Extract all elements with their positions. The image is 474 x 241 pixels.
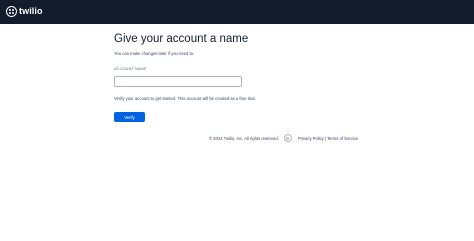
page-subtitle: You can make changes later if you need t… bbox=[114, 51, 195, 56]
accessibility-badge-icon[interactable] bbox=[283, 134, 292, 142]
privacy-policy-link[interactable]: Privacy Policy bbox=[298, 136, 324, 141]
logo-text: twilio bbox=[19, 6, 43, 16]
account-name-label: ACCOUNT NAME bbox=[114, 67, 147, 71]
account-name-input[interactable] bbox=[114, 76, 242, 87]
terms-of-service-link[interactable]: Terms of Service bbox=[327, 136, 358, 141]
copyright-text: © 2024 Twilio, Inc. All rights reserved. bbox=[209, 135, 279, 141]
verify-note: Verify your account to get started. This… bbox=[114, 96, 256, 101]
twilio-logo[interactable]: twilio bbox=[6, 6, 43, 17]
footer-separator: | bbox=[324, 135, 326, 141]
account-name-form: Give your account a name You can make ch… bbox=[114, 32, 374, 122]
top-bar: twilio bbox=[0, 0, 474, 24]
verify-button[interactable]: Verify bbox=[114, 112, 145, 122]
footer: © 2024 Twilio, Inc. All rights reserved.… bbox=[209, 133, 358, 143]
twilio-logo-icon bbox=[6, 6, 17, 17]
page-title: Give your account a name bbox=[114, 33, 249, 45]
